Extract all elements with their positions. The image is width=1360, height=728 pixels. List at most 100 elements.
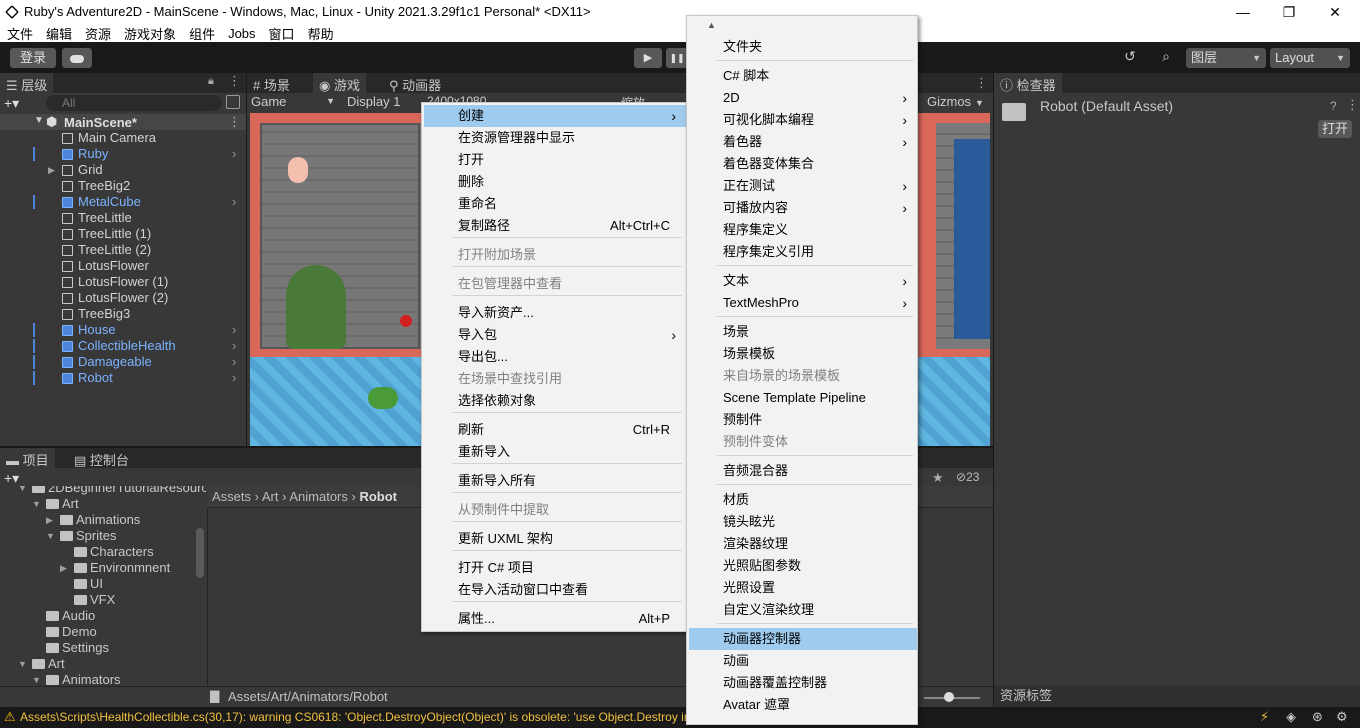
menu-item[interactable]: 着色器变体集合 bbox=[689, 153, 917, 175]
game-more-icon[interactable]: ⋮ bbox=[975, 75, 988, 91]
menu-item[interactable]: 删除 bbox=[424, 171, 686, 193]
hierarchy-item[interactable]: Main Camera bbox=[0, 130, 246, 146]
minimize-button[interactable]: — bbox=[1230, 2, 1256, 22]
debug-icon[interactable]: ⊛ bbox=[1312, 709, 1323, 725]
menu-item[interactable]: 重命名 bbox=[424, 193, 686, 215]
project-tree-item[interactable]: ▶ Environmnent bbox=[0, 560, 206, 576]
menu-item[interactable]: 材质 bbox=[689, 489, 917, 511]
menu-component[interactable]: 组件 bbox=[189, 24, 215, 43]
hierarchy-item[interactable]: TreeLittle bbox=[0, 210, 246, 226]
hierarchy-item[interactable]: MetalCube › bbox=[0, 194, 246, 210]
tree-scrollbar[interactable] bbox=[196, 528, 204, 578]
menu-item[interactable]: 程序集定义 bbox=[689, 219, 917, 241]
hierarchy-item[interactable]: TreeLittle (1) bbox=[0, 226, 246, 242]
zoom-slider-handle[interactable] bbox=[944, 692, 954, 702]
project-tree-item[interactable]: ▼ Sprites bbox=[0, 528, 206, 544]
gizmos-dropdown[interactable]: Gizmos bbox=[927, 94, 971, 109]
maximize-button[interactable]: ❐ bbox=[1276, 2, 1302, 22]
project-add-button[interactable]: +▾ bbox=[4, 470, 19, 487]
menu-item[interactable]: 程序集定义引用 bbox=[689, 241, 917, 263]
chevron-right-icon[interactable]: › bbox=[232, 146, 236, 162]
scroll-up-icon[interactable]: ▲ bbox=[707, 20, 716, 30]
inspector-more-icon[interactable]: ⋮ bbox=[1346, 97, 1359, 113]
menu-window[interactable]: 窗口 bbox=[269, 24, 295, 43]
history-icon[interactable]: ↺ bbox=[1118, 48, 1142, 68]
pause-button[interactable]: ❚❚ bbox=[666, 48, 688, 68]
hierarchy-item[interactable]: LotusFlower (1) bbox=[0, 274, 246, 290]
hierarchy-item[interactable]: TreeLittle (2) bbox=[0, 242, 246, 258]
hidden-count[interactable]: ⊘23 bbox=[956, 470, 979, 484]
tab-project[interactable]: ▬ 项目 bbox=[0, 448, 55, 470]
menu-item[interactable]: C# 脚本 bbox=[689, 65, 917, 87]
project-tree-item[interactable]: Audio bbox=[0, 608, 206, 624]
open-button[interactable]: 打开 bbox=[1318, 120, 1352, 138]
hierarchy-search-input[interactable]: All bbox=[46, 95, 222, 111]
menu-item[interactable]: 导入包 › bbox=[424, 324, 686, 346]
menu-item[interactable]: Scene Template Pipeline bbox=[689, 387, 917, 409]
menu-item[interactable]: 创建 › bbox=[424, 105, 686, 127]
project-tree-item[interactable]: ▶ Animations bbox=[0, 512, 206, 528]
hierarchy-item[interactable]: TreeBig3 bbox=[0, 306, 246, 322]
lock-icon[interactable]: 🔒︎ bbox=[208, 75, 214, 88]
menu-gameobject[interactable]: 游戏对象 bbox=[124, 24, 176, 43]
menu-item[interactable]: 更新 UXML 架构 bbox=[424, 528, 686, 550]
menu-item[interactable]: 在资源管理器中显示 bbox=[424, 127, 686, 149]
favorite-icon[interactable]: ★ bbox=[932, 470, 944, 486]
menu-item[interactable]: 2D › bbox=[689, 87, 917, 109]
menu-file[interactable]: 文件 bbox=[7, 24, 33, 43]
project-tree-item[interactable]: ▼ Art bbox=[0, 656, 206, 672]
chevron-right-icon[interactable]: ▶ bbox=[46, 512, 53, 528]
layers-dropdown[interactable]: 图层 ▼ bbox=[1186, 48, 1266, 68]
menu-item[interactable]: TextMeshPro › bbox=[689, 292, 917, 314]
hierarchy-item[interactable]: LotusFlower bbox=[0, 258, 246, 274]
menu-item[interactable]: 音频混合器 bbox=[689, 460, 917, 482]
settings-icon[interactable]: ⚙ bbox=[1336, 709, 1348, 725]
menu-item[interactable]: 刷新 Ctrl+R bbox=[424, 419, 686, 441]
breadcrumb-animators[interactable]: Animators bbox=[289, 489, 348, 504]
menu-item[interactable]: 导入新资产... bbox=[424, 302, 686, 324]
menu-item[interactable]: 光照设置 bbox=[689, 577, 917, 599]
more-options-icon[interactable]: ⋮ bbox=[228, 73, 241, 89]
cloud-button[interactable] bbox=[62, 48, 92, 68]
tab-animator[interactable]: ⚲ 动画器 bbox=[383, 73, 447, 95]
menu-item[interactable]: 打开 C# 项目 bbox=[424, 557, 686, 579]
build-icon[interactable]: ⚡ bbox=[1260, 709, 1269, 725]
menu-item[interactable]: 动画 bbox=[689, 650, 917, 672]
hierarchy-item[interactable]: LotusFlower (2) bbox=[0, 290, 246, 306]
menu-item[interactable]: 光照贴图参数 bbox=[689, 555, 917, 577]
breadcrumb-robot[interactable]: Robot bbox=[359, 489, 397, 504]
scene-visibility-icon[interactable] bbox=[226, 95, 240, 109]
project-tree-item[interactable]: VFX bbox=[0, 592, 206, 608]
chevron-down-icon[interactable]: ▼ bbox=[18, 486, 27, 496]
menu-item[interactable]: 可视化脚本编程 › bbox=[689, 109, 917, 131]
menu-item[interactable]: 重新导入 bbox=[424, 441, 686, 463]
tab-hierarchy[interactable]: ☰ 层级 bbox=[0, 73, 54, 95]
menu-item[interactable]: 打开 bbox=[424, 149, 686, 171]
chevron-right-icon[interactable]: › bbox=[232, 370, 236, 386]
chevron-right-icon[interactable]: › bbox=[232, 194, 236, 210]
login-button[interactable]: 登录 bbox=[10, 48, 56, 68]
chevron-down-icon[interactable]: ▼ bbox=[18, 656, 27, 672]
menu-item[interactable]: 可播放内容 › bbox=[689, 197, 917, 219]
chevron-right-icon[interactable]: › bbox=[232, 338, 236, 354]
chevron-down-icon[interactable]: ▼ bbox=[32, 496, 41, 512]
project-tree-item[interactable]: Demo bbox=[0, 624, 206, 640]
menu-assets[interactable]: 资源 bbox=[85, 24, 111, 43]
menu-item[interactable]: 属性... Alt+P bbox=[424, 608, 686, 630]
menu-item[interactable]: 渲染器纹理 bbox=[689, 533, 917, 555]
menu-item[interactable]: 复制路径 Alt+Ctrl+C bbox=[424, 215, 686, 237]
menu-item[interactable]: 重新导入所有 bbox=[424, 470, 686, 492]
hierarchy-item[interactable]: TreeBig2 bbox=[0, 178, 246, 194]
menu-item[interactable]: 预制件 bbox=[689, 409, 917, 431]
search-icon[interactable]: ⌕ bbox=[1154, 48, 1178, 68]
menu-jobs[interactable]: Jobs bbox=[228, 26, 255, 41]
menu-item[interactable]: 场景 bbox=[689, 321, 917, 343]
menu-item[interactable]: 镜头眩光 bbox=[689, 511, 917, 533]
hierarchy-item[interactable]: Ruby › bbox=[0, 146, 246, 162]
menu-item[interactable]: 自定义渲染纹理 bbox=[689, 599, 917, 621]
hierarchy-item[interactable]: CollectibleHealth › bbox=[0, 338, 246, 354]
tab-game[interactable]: ◉ 游戏 bbox=[313, 73, 366, 95]
tab-console[interactable]: ▤ 控制台 bbox=[68, 448, 135, 470]
chevron-right-icon[interactable]: › bbox=[232, 322, 236, 338]
scene-options-icon[interactable]: ⋮ bbox=[228, 114, 241, 130]
